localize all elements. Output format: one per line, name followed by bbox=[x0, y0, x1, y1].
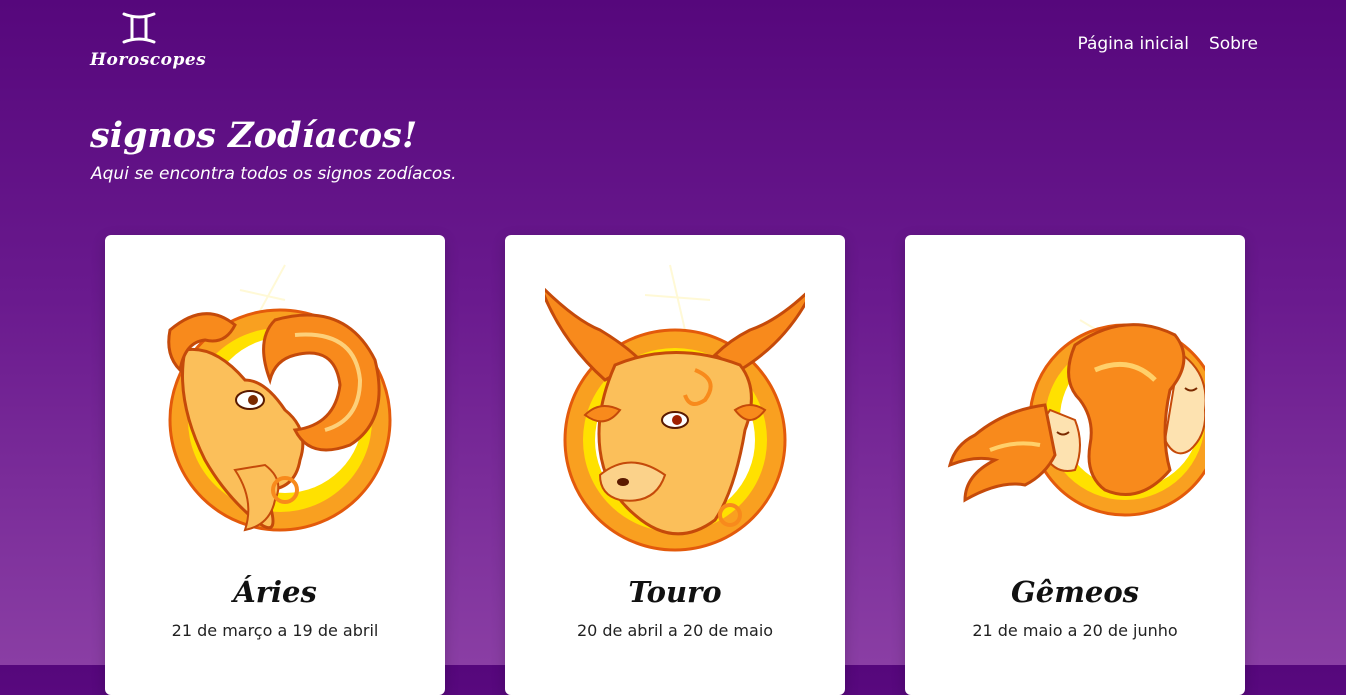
sign-name: Touro bbox=[628, 575, 722, 609]
gemini-twins-icon bbox=[947, 319, 1205, 517]
taurus-bull-icon bbox=[545, 264, 805, 552]
sign-dates: 20 de abril a 20 de maio bbox=[576, 621, 774, 640]
page-title: signos Zodíacos! bbox=[90, 115, 418, 156]
sign-name: Gêmeos bbox=[1010, 575, 1140, 609]
logo-text: Horoscopes bbox=[90, 50, 207, 70]
main-nav: Página inicial Sobre bbox=[1077, 34, 1258, 54]
page-subtitle: Aqui se encontra todos os signos zodíaco… bbox=[91, 164, 457, 184]
sign-card-taurus[interactable]: Touro 20 de abril a 20 de maio bbox=[505, 235, 845, 695]
nav-link-home[interactable]: Página inicial bbox=[1077, 34, 1188, 54]
logo-link[interactable]: Horoscopes bbox=[86, 10, 206, 76]
sign-card-gemini[interactable]: Gêmeos 21 de maio a 20 de junho bbox=[905, 235, 1245, 695]
sign-name: Áries bbox=[233, 575, 317, 609]
gemini-glyph-icon bbox=[122, 12, 156, 44]
aries-ram-icon bbox=[167, 264, 392, 532]
sign-dates: 21 de março a 19 de abril bbox=[171, 621, 379, 640]
sign-card-aries[interactable]: Áries 21 de março a 19 de abril bbox=[105, 235, 445, 695]
nav-link-about[interactable]: Sobre bbox=[1209, 34, 1258, 54]
sign-dates: 21 de maio a 20 de junho bbox=[972, 621, 1178, 640]
